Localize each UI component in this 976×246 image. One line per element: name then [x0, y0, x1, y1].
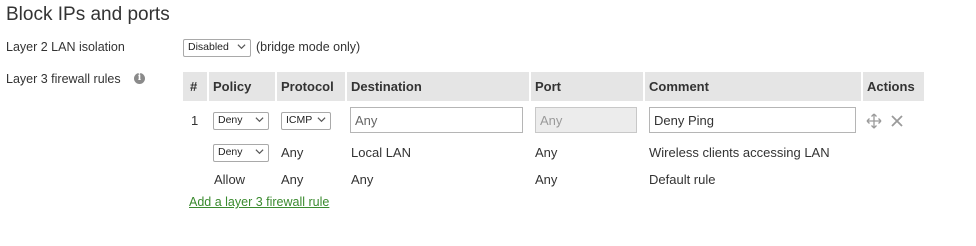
header-comment: Comment — [643, 72, 863, 101]
lan-isolation-value: Disabled — [188, 41, 229, 53]
destination-cell: Local LAN — [351, 145, 411, 160]
chevron-down-icon — [255, 149, 264, 155]
comment-cell: Default rule — [649, 172, 716, 187]
header-actions: Actions — [861, 72, 925, 101]
policy-value: Deny — [218, 114, 243, 126]
policy-cell: Allow — [214, 172, 246, 187]
port-cell: Any — [535, 145, 558, 160]
destination-cell: Any — [351, 172, 374, 187]
policy-select[interactable]: Deny — [213, 112, 269, 130]
header-policy: Policy — [207, 72, 281, 101]
comment-input[interactable]: Deny Ping — [649, 107, 856, 133]
lan-isolation-select[interactable]: Disabled — [183, 39, 251, 57]
policy-select[interactable]: Deny — [213, 144, 269, 162]
header-protocol: Protocol — [275, 72, 345, 101]
port-cell: Any — [535, 172, 558, 187]
info-icon[interactable]: i — [134, 73, 145, 84]
header-destination: Destination — [345, 72, 531, 101]
header-port: Port — [529, 72, 645, 101]
lan-isolation-note: (bridge mode only) — [256, 40, 361, 54]
protocol-select[interactable]: ICMP — [281, 112, 331, 130]
row-number: 1 — [191, 113, 199, 128]
header-num: # — [190, 79, 198, 94]
section-title: Block IPs and ports — [6, 4, 170, 25]
protocol-cell: Any — [281, 145, 304, 160]
protocol-cell: Any — [281, 172, 304, 187]
chevron-down-icon — [237, 44, 246, 50]
destination-input[interactable]: Any — [350, 107, 523, 133]
firewall-rules-label: Layer 3 firewall rules — [6, 72, 121, 86]
policy-value: Deny — [218, 146, 243, 158]
protocol-value: ICMP — [286, 114, 313, 126]
chevron-down-icon — [317, 117, 326, 123]
firewall-table-header: # Policy Protocol Destination Port Comme… — [183, 72, 924, 101]
comment-cell: Wireless clients accessing LAN — [649, 145, 830, 160]
port-input: Any — [535, 107, 637, 133]
lan-isolation-label: Layer 2 LAN isolation — [6, 40, 125, 54]
chevron-down-icon — [255, 117, 264, 123]
add-firewall-rule-link[interactable]: Add a layer 3 firewall rule — [189, 195, 329, 209]
close-icon[interactable] — [890, 114, 904, 128]
move-icon[interactable] — [866, 113, 882, 129]
